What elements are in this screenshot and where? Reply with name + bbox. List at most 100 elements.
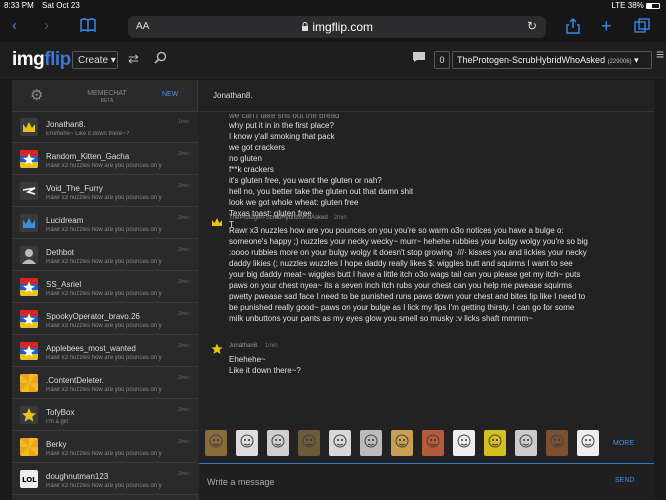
meme-thumbnail[interactable] [577,430,599,456]
conversation-name: Berky [46,440,67,449]
conversation-item[interactable]: Lucidream Rawr x3 nuzzles how are you pou… [12,208,198,239]
url-label: imgflip.com [312,20,374,34]
conversation-preview: Rawr x3 nuzzles how are you pounces on y [46,451,162,457]
back-icon[interactable]: ‹ [12,18,17,34]
notification-count[interactable]: 0 [434,51,450,69]
gear-icon[interactable]: ⚙ [30,86,43,104]
beta-label: BETA [100,98,114,104]
conversation-item[interactable]: Jonathan8. Ehehehe~ Like it down there~? 1… [12,112,198,143]
conversation-time: 2min [178,151,189,157]
message-input[interactable]: Write a message [207,477,274,487]
conversation-preview: Ehehehe~ Like it down there~? [46,131,130,137]
conversation-preview: Rawr x3 nuzzles how are you pounces on y [46,355,162,361]
conversation-name: doughnutman123 [46,472,109,481]
conversation-item[interactable]: SpookyOperator_bravo.26 Rawr x3 nuzzles h… [12,304,198,335]
meme-thumbnail[interactable] [515,430,537,456]
message-line: hell no, you better take the gluten out … [229,187,414,196]
message-line: no gluten [229,154,262,163]
conversation-time: 2min [178,311,189,317]
new-chat-button[interactable]: NEW [162,91,178,98]
conversation-name: Applebees_most_wanted [46,344,136,353]
forward-icon[interactable]: › [44,18,49,34]
conversation-time: 2min [178,343,189,349]
user-menu-button[interactable]: TheProtogen-ScrubHybridWhoAsked (229006)… [452,51,652,69]
message-line: look we got whole wheat: gluten free [229,198,359,207]
conversation-name: Void_The_Furry [46,184,103,193]
conversation-item[interactable]: Berky Rawr x3 nuzzles how are you pounces… [12,432,198,463]
conversation-item[interactable]: LOL doughnutman123 Rawr x3 nuzzles how are… [12,464,198,495]
reload-icon[interactable]: ↻ [527,19,537,33]
message-line: I know y'all smoking that pack [229,132,335,141]
search-icon[interactable] [154,51,167,67]
chat-main: Jonathan8. we can't take shit out the br… [199,80,654,500]
meme-thumbnail[interactable] [236,430,258,456]
bookmarks-icon[interactable] [80,18,96,36]
meme-thumbnail[interactable] [360,430,382,456]
meme-thumbnail[interactable] [484,430,506,456]
conversation-time: 2min [178,279,189,285]
message-line: :oooo rubbies more on your bulgy wolgy i… [229,248,587,257]
contact-name[interactable]: Jonathan8. [213,91,253,100]
menu-icon[interactable]: ≡ [656,46,664,62]
tabs-icon[interactable] [634,18,650,38]
crown-blue-avatar-icon [20,214,38,232]
person-avatar-icon [20,246,38,264]
meme-thumbnail[interactable] [329,430,351,456]
conversation-time: 2min [178,439,189,445]
conversation-item[interactable]: SS_Asriel Rawr x3 nuzzles how are you pou… [12,272,198,303]
message-author[interactable]: Jonathan8. [229,343,259,349]
messages-icon[interactable] [412,51,426,66]
meme-thumbnail[interactable] [205,430,227,456]
message-author[interactable]: TheProtogen-ScrubHybridWhoAsked [229,215,328,221]
conversation-item[interactable]: TofyBox I'm a girl 2min [12,400,198,431]
flag-avatar-icon [20,310,38,328]
status-date: Sat Oct 23 [42,1,80,10]
conversation-preview: Rawr x3 nuzzles how are you pounces on y [46,291,162,297]
message-body: Rawr x3 nuzzles how are you pounces on y… [229,225,649,324]
send-button[interactable]: SEND [615,477,634,484]
meme-thumbnail[interactable] [422,430,444,456]
status-time: 8:33 PM [4,1,34,10]
crown-avatar-icon [20,118,38,136]
message-line: f**k crackers [229,165,274,174]
meme-thumbnail[interactable] [546,430,568,456]
message-line: milk unbuttons your pants as my eyes glo… [229,314,533,323]
message-line: it's gluten free, you want the gluten or… [229,176,382,185]
conversation-name: .ContentDeleter. [46,376,104,385]
more-memes-button[interactable]: MORE [613,440,634,447]
pinwheel-avatar-icon [20,438,38,456]
share-icon[interactable] [566,18,580,38]
ios-status-bar: 8:33 PM Sat Oct 23 LTE 38% [0,0,666,12]
star-icon [211,342,223,354]
conversation-preview: Rawr x3 nuzzles how are you pounces on y [46,323,162,329]
conversation-item[interactable]: Dethbot Rawr x3 nuzzles how are you pounc… [12,240,198,271]
address-bar[interactable]: AA imgflip.com ↻ [128,16,546,38]
message-composer[interactable]: Write a message SEND [199,463,654,500]
conversation-item[interactable]: Random_Kitten_Gacha Rawr x3 nuzzles how a… [12,144,198,175]
svg-text:LOL: LOL [22,476,37,484]
conversation-item[interactable]: .ContentDeleter. Rawr x3 nuzzles how are … [12,368,198,399]
conversation-item[interactable]: Void_The_Furry Rawr x3 nuzzles how are yo… [12,176,198,207]
conversation-preview: Rawr x3 nuzzles how are you pounces on y [46,227,162,233]
message-line: your big daddy meat~ wiggles butt I have… [229,270,581,279]
url-text: imgflip.com [128,20,546,34]
meme-thumbnail[interactable] [298,430,320,456]
meme-thumbnail[interactable] [267,430,289,456]
meme-thumbnail[interactable] [453,430,475,456]
conversation-time: 2min [178,407,189,413]
conversation-preview: Rawr x3 nuzzles how are you pounces on y [46,195,162,201]
new-tab-icon[interactable]: + [601,17,612,35]
message-author-line: TheProtogen-ScrubHybridWhoAsked 2min [229,215,347,221]
message-line: Like it down there~? [229,366,301,375]
shuffle-icon[interactable]: ⇄ [128,51,139,67]
flag-avatar-icon [20,278,38,296]
imgflip-logo[interactable]: imgflip [12,49,71,71]
chat-header: Jonathan8. [199,80,654,112]
lock-icon [301,20,312,34]
memechat-window: ⚙ MEMECHAT BETA NEW Jonathan8. Ehehehe~ L… [12,80,654,500]
conversation-time: 2min [178,215,189,221]
meme-thumbnail[interactable] [391,430,413,456]
create-button[interactable]: Create ▾ [72,51,118,69]
conversation-item[interactable]: Applebees_most_wanted Rawr x3 nuzzles how… [12,336,198,367]
message-line: be punished really good~ paws on your bu… [229,303,575,312]
